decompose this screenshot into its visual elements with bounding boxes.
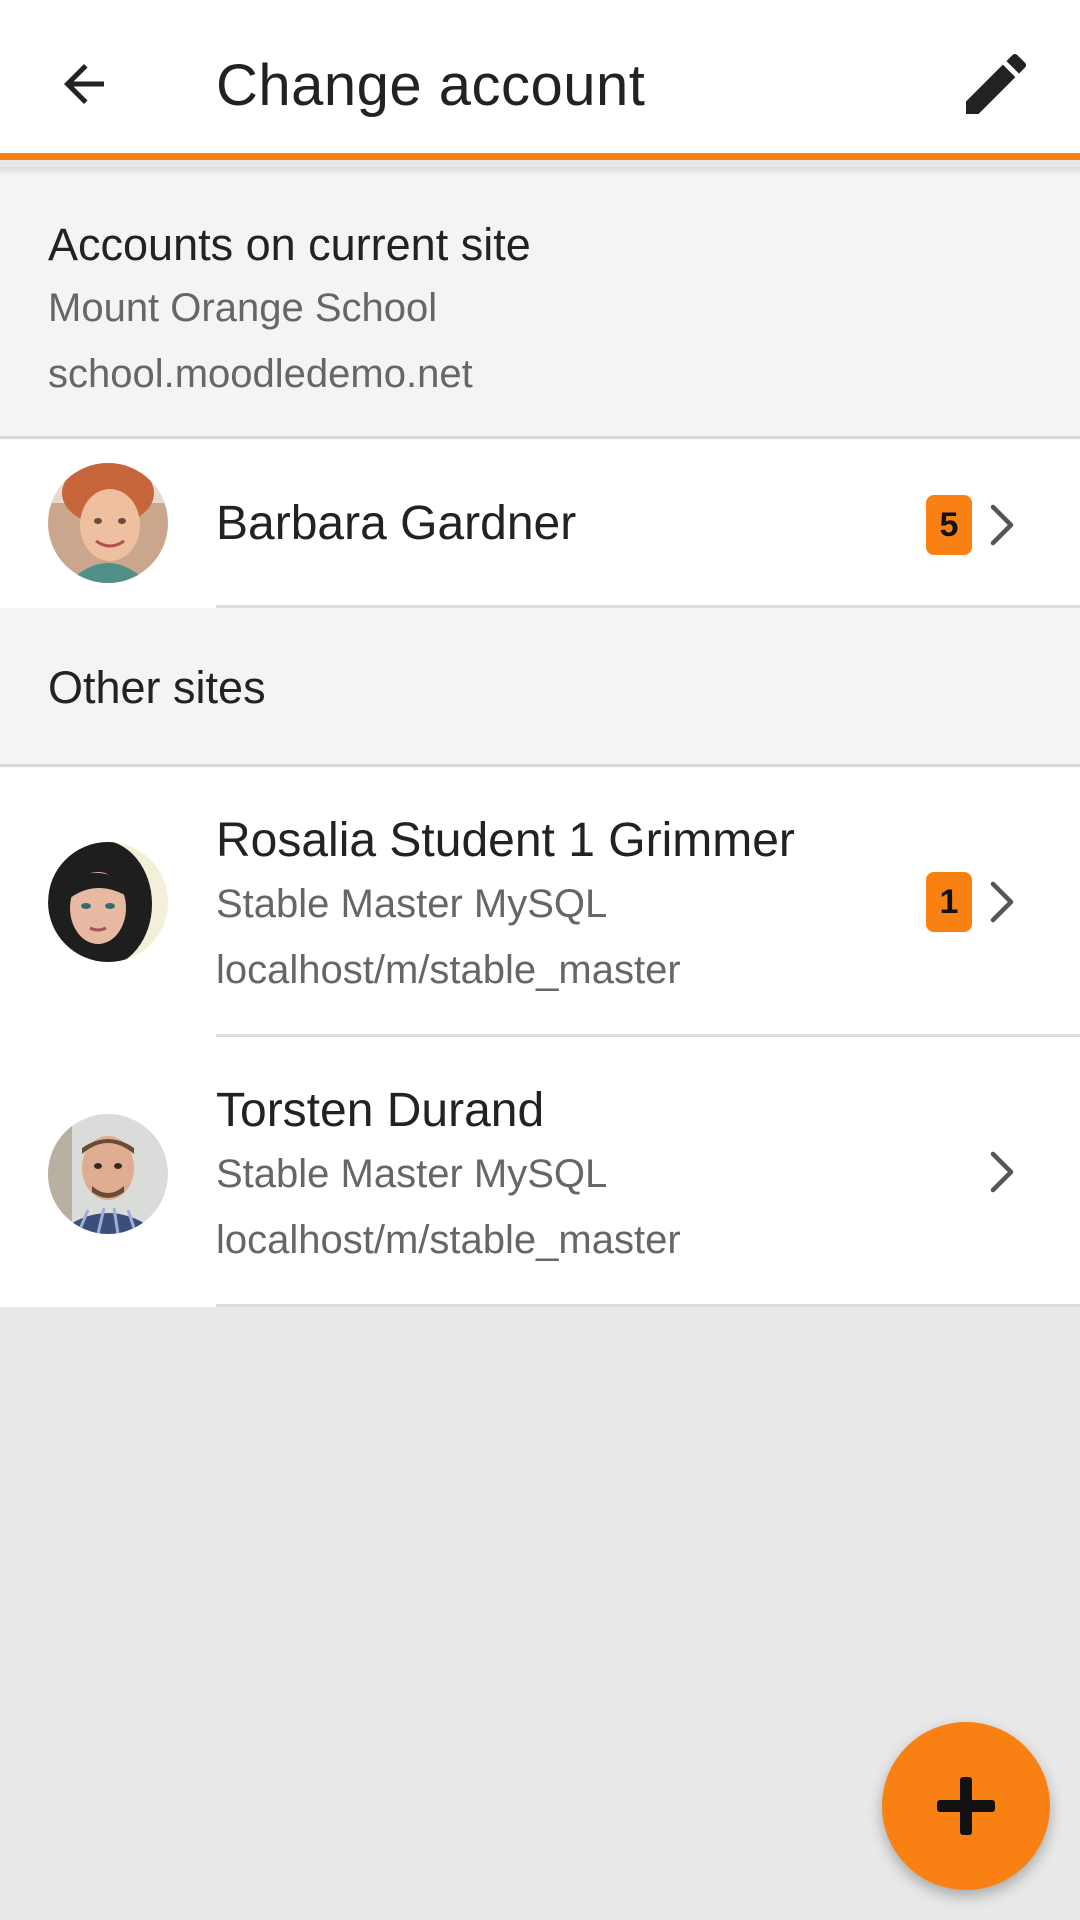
account-row-rosalia-student-1-grimmer[interactable]: Rosalia Student 1 Grimmer Stable Master …	[0, 767, 1080, 1037]
account-name: Barbara Gardner	[216, 497, 577, 550]
chevron-right-icon	[984, 872, 1020, 932]
account-site-name: Stable Master MySQL	[216, 1152, 608, 1196]
other-sites-section-header: Other sites	[0, 608, 1080, 767]
app-header: Change account	[0, 0, 1080, 160]
current-site-section-title: Accounts on current site	[48, 219, 531, 270]
account-name: Rosalia Student 1 Grimmer	[216, 814, 795, 867]
other-sites-section-title: Other sites	[48, 662, 266, 713]
arrow-back-icon	[64, 64, 104, 104]
pencil-icon	[966, 53, 1027, 114]
current-site-name: Mount Orange School	[48, 286, 438, 330]
account-site-url: localhost/m/stable_master	[216, 948, 681, 992]
avatar-image	[48, 463, 168, 583]
notification-badge: 1	[926, 872, 972, 932]
current-site-section-header: Accounts on current site Mount Orange Sc…	[0, 167, 1080, 439]
account-row-torsten-durand[interactable]: Torsten Durand Stable Master MySQL local…	[0, 1037, 1080, 1307]
account-row-barbara-gardner[interactable]: Barbara Gardner 5	[0, 439, 1080, 608]
page-title: Change account	[216, 53, 646, 118]
avatar	[48, 1114, 168, 1234]
edit-button[interactable]	[946, 34, 1046, 134]
avatar-image	[48, 1114, 168, 1234]
chevron-right-icon	[984, 1142, 1020, 1202]
chevron-right-icon	[984, 495, 1020, 555]
add-account-button[interactable]	[882, 1722, 1050, 1890]
account-name: Torsten Durand	[216, 1084, 545, 1137]
account-site-url: localhost/m/stable_master	[216, 1218, 681, 1262]
avatar	[48, 842, 168, 962]
current-site-url: school.moodledemo.net	[48, 352, 473, 396]
notification-badge: 5	[926, 495, 972, 555]
plus-icon	[937, 1777, 995, 1835]
row-divider	[216, 1304, 1080, 1307]
avatar-image	[48, 842, 168, 962]
account-site-name: Stable Master MySQL	[216, 882, 608, 926]
header-shadow	[0, 167, 1080, 175]
back-button[interactable]	[34, 34, 134, 134]
avatar	[48, 463, 168, 583]
